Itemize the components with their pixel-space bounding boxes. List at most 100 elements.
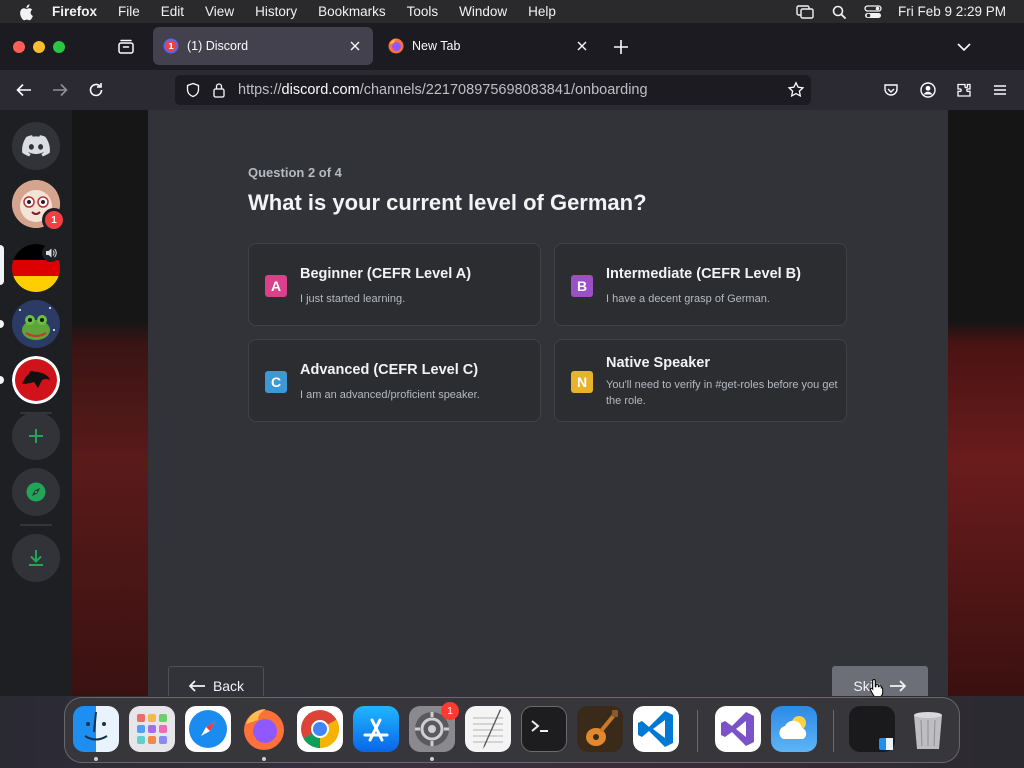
extensions-icon[interactable] xyxy=(953,79,975,101)
option-title: Advanced (CEFR Level C) xyxy=(300,362,479,378)
menu-tools[interactable]: Tools xyxy=(407,4,439,19)
discord-logo-icon xyxy=(22,135,50,157)
sidebar-divider xyxy=(20,524,52,526)
red-emblem-server-button[interactable] xyxy=(12,356,60,404)
weather-dock-icon[interactable] xyxy=(771,706,817,752)
option-card-advanced[interactable]: C Advanced (CEFR Level C) I am an advanc… xyxy=(248,339,541,422)
menu-edit[interactable]: Edit xyxy=(161,4,184,19)
safari-dock-icon[interactable] xyxy=(185,706,231,752)
menu-history[interactable]: History xyxy=(255,4,297,19)
background-art-left xyxy=(72,110,148,696)
menu-bookmarks[interactable]: Bookmarks xyxy=(318,4,386,19)
option-description: I have a decent grasp of German. xyxy=(606,293,770,305)
garageband-dock-icon[interactable] xyxy=(577,706,623,752)
menu-file[interactable]: File xyxy=(118,4,140,19)
compass-icon xyxy=(26,482,46,502)
selected-server-pill xyxy=(0,245,4,285)
url-prefix: https:// xyxy=(238,82,282,98)
dock-separator xyxy=(697,710,698,752)
option-letter-badge: N xyxy=(571,371,593,393)
tab-discord-label: (1) Discord xyxy=(187,39,249,53)
menu-bar: Firefox File Edit View History Bookmarks… xyxy=(0,0,1024,23)
list-all-tabs-chevron-icon[interactable] xyxy=(954,37,974,57)
discord-favicon-icon: 1 xyxy=(163,38,179,54)
terminal-dock-icon[interactable] xyxy=(521,706,567,752)
pocket-icon[interactable] xyxy=(880,79,902,101)
firefox-view-icon[interactable] xyxy=(116,37,136,57)
account-icon[interactable] xyxy=(917,79,939,101)
tracking-protection-shield-icon[interactable] xyxy=(185,82,201,98)
bookmark-star-icon[interactable] xyxy=(787,81,805,99)
close-tab-icon[interactable] xyxy=(347,38,363,54)
option-letter-badge: C xyxy=(265,371,287,393)
menu-clock[interactable]: Fri Feb 9 2:29 PM xyxy=(898,4,1006,19)
frog-server-icon xyxy=(12,300,60,348)
spotlight-search-icon[interactable] xyxy=(832,5,846,19)
download-icon xyxy=(29,550,43,566)
close-tab-icon[interactable] xyxy=(574,38,590,54)
tab-discord[interactable]: 1 (1) Discord xyxy=(153,27,373,65)
visual-studio-dock-icon[interactable] xyxy=(715,706,761,752)
forward-arrow-icon[interactable] xyxy=(49,79,71,101)
tab-new-tab[interactable]: New Tab xyxy=(378,27,600,65)
url-path: /channels/221708975698083841/onboarding xyxy=(359,82,648,98)
option-description: I just started learning. xyxy=(300,293,406,305)
hand-pointer-cursor-icon xyxy=(869,678,884,698)
download-apps-button[interactable] xyxy=(12,534,60,582)
voice-speaker-icon xyxy=(42,244,60,262)
option-card-beginner[interactable]: A Beginner (CEFR Level A) I just started… xyxy=(248,243,541,326)
right-arrow-icon xyxy=(889,680,906,692)
window-close-button[interactable] xyxy=(13,41,25,53)
menu-app-name[interactable]: Firefox xyxy=(52,4,97,19)
back-button-label: Back xyxy=(212,678,245,694)
back-button[interactable]: Back xyxy=(168,666,264,696)
screen-mirroring-icon[interactable] xyxy=(796,4,814,19)
menu-window[interactable]: Window xyxy=(459,4,507,19)
option-letter-badge: A xyxy=(265,275,287,297)
back-arrow-icon[interactable] xyxy=(13,79,35,101)
question-progress-label: Question 2 of 4 xyxy=(248,165,342,180)
dock-separator xyxy=(833,710,834,752)
menu-help[interactable]: Help xyxy=(528,4,556,19)
finder-window-dock-icon[interactable] xyxy=(849,706,895,752)
add-server-button[interactable] xyxy=(12,412,60,460)
app-store-dock-icon[interactable] xyxy=(353,706,399,752)
url-bar[interactable]: https://discord.com/channels/22170897569… xyxy=(175,75,811,105)
reload-icon[interactable] xyxy=(85,79,107,101)
chrome-dock-icon[interactable] xyxy=(297,706,343,752)
control-center-icon[interactable] xyxy=(864,4,882,19)
option-letter-badge: B xyxy=(571,275,593,297)
launchpad-dock-icon[interactable] xyxy=(129,706,175,752)
server-sidebar: 1 xyxy=(0,110,72,696)
trash-dock-icon[interactable] xyxy=(905,706,951,752)
left-arrow-icon xyxy=(188,680,205,692)
option-card-native-speaker[interactable]: N Native Speaker You'll need to verify i… xyxy=(554,339,847,422)
discord-page: 1 Question 2 of 4 What is your current l… xyxy=(0,110,1024,696)
hamburger-menu-icon[interactable] xyxy=(989,79,1011,101)
frog-server-button[interactable] xyxy=(12,300,60,348)
tab-new-tab-label: New Tab xyxy=(412,39,461,53)
window-fullscreen-button[interactable] xyxy=(53,41,65,53)
option-title: Beginner (CEFR Level A) xyxy=(300,266,472,282)
unread-indicator xyxy=(0,320,4,328)
menu-view[interactable]: View xyxy=(205,4,234,19)
running-indicator xyxy=(262,757,266,761)
explore-servers-button[interactable] xyxy=(12,468,60,516)
running-indicator xyxy=(94,757,98,761)
option-title: Intermediate (CEFR Level B) xyxy=(606,266,801,282)
lock-icon[interactable] xyxy=(212,82,226,98)
discord-home-button[interactable] xyxy=(12,122,60,170)
new-tab-plus-icon[interactable] xyxy=(611,37,631,57)
apple-icon[interactable] xyxy=(18,3,36,21)
url-host: discord.com xyxy=(281,82,360,98)
window-minimize-button[interactable] xyxy=(33,41,45,53)
dock: 1 xyxy=(64,697,960,763)
textedit-dock-icon[interactable] xyxy=(465,706,511,752)
vscode-dock-icon[interactable] xyxy=(633,706,679,752)
option-card-intermediate[interactable]: B Intermediate (CEFR Level B) I have a d… xyxy=(554,243,847,326)
firefox-dock-icon[interactable] xyxy=(241,706,287,752)
background-art-right xyxy=(948,110,1024,696)
option-description: You'll need to verify in #get-roles befo… xyxy=(606,379,838,407)
unread-indicator xyxy=(0,376,4,384)
finder-dock-icon[interactable] xyxy=(73,706,119,752)
